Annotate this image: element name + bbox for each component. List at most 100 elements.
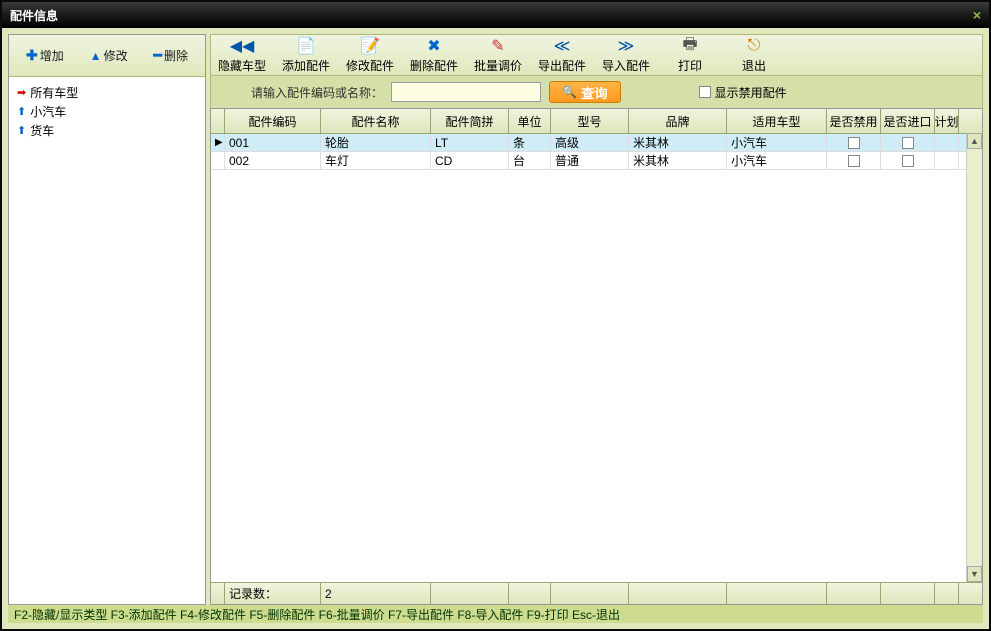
- record-count-value: 2: [321, 583, 431, 604]
- right-panel: ◀◀隐藏车型 📄添加配件 📝修改配件 ✖删除配件 ✎批量调价 ≪导出配件 ≫导入配件 🖶打印 ⎋…: [210, 34, 983, 605]
- tree-item-label: 货车: [30, 122, 54, 139]
- grid-body: ▶001轮胎LT条高级米其林小汽车002车灯CD台普通米其林小汽车: [211, 134, 982, 582]
- batch-adjust-icon: ✎: [488, 36, 508, 56]
- checkbox-cell[interactable]: [881, 152, 935, 169]
- col-car[interactable]: 适用车型: [727, 109, 827, 133]
- arrow-up-blue-icon: ⬆: [17, 124, 26, 137]
- window-title: 配件信息: [10, 7, 58, 24]
- edit-part-button[interactable]: 📝修改配件: [345, 36, 395, 74]
- checkbox-cell[interactable]: [827, 134, 881, 151]
- cell: 001: [225, 134, 321, 151]
- toolbar-label: 修改配件: [346, 57, 394, 74]
- left-panel: ✚ 增加 ▲ 修改 ━ 删除 ➡所有车型 ⬆ 小汽车 ⬆ 货车: [8, 34, 206, 605]
- cell: 高级: [551, 134, 629, 151]
- edit-part-icon: 📝: [360, 36, 380, 56]
- import-part-icon: ≫: [616, 36, 636, 56]
- show-disabled-checkbox[interactable]: 显示禁用配件: [699, 84, 787, 101]
- status-bar: F2-隐藏/显示类型 F3-添加配件 F4-修改配件 F5-删除配件 F6-批量…: [8, 605, 983, 623]
- col-unit[interactable]: 单位: [509, 109, 551, 133]
- left-toolbar: ✚ 增加 ▲ 修改 ━ 删除: [9, 35, 205, 77]
- add-part-icon: 📄: [296, 36, 316, 56]
- checkbox-cell[interactable]: [827, 152, 881, 169]
- main-window: 配件信息 × ✚ 增加 ▲ 修改 ━ 删除: [0, 0, 991, 631]
- add-part-button[interactable]: 📄添加配件: [281, 36, 331, 74]
- search-bar: 请输入配件编码或名称： 🔍 查询 显示禁用配件: [210, 76, 983, 108]
- col-disable[interactable]: 是否禁用: [827, 109, 881, 133]
- tree-item-2[interactable]: ⬆ 货车: [17, 121, 197, 140]
- checkbox-icon: [848, 155, 860, 167]
- col-code[interactable]: 配件编码: [225, 109, 321, 133]
- exit-icon: ⎋: [744, 36, 764, 56]
- table-row[interactable]: 002车灯CD台普通米其林小汽车: [211, 152, 982, 170]
- query-button[interactable]: 🔍 查询: [549, 81, 621, 103]
- row-indicator: ▶: [211, 134, 225, 151]
- cell: 小汽车: [727, 134, 827, 151]
- toolbar-label: 导出配件: [538, 57, 586, 74]
- import-part-button[interactable]: ≫导入配件: [601, 36, 651, 74]
- arrow-up-blue-icon: ⬆: [17, 105, 26, 118]
- print-button[interactable]: 🖶打印: [665, 36, 715, 74]
- toolbar-label: 退出: [742, 57, 766, 74]
- search-icon: 🔍: [562, 85, 577, 99]
- search-input[interactable]: [391, 82, 541, 102]
- toolbar-label: 导入配件: [602, 57, 650, 74]
- toolbar-label: 隐藏车型: [218, 57, 266, 74]
- vertical-scrollbar[interactable]: ▲ ▼: [966, 133, 982, 582]
- grid-footer: 记录数： 2: [211, 582, 982, 604]
- batch-adjust-button[interactable]: ✎批量调价: [473, 36, 523, 74]
- hide-type-button[interactable]: ◀◀隐藏车型: [217, 36, 267, 74]
- export-part-button[interactable]: ≪导出配件: [537, 36, 587, 74]
- close-icon[interactable]: ×: [973, 7, 981, 23]
- col-model[interactable]: 型号: [551, 109, 629, 133]
- col-extra[interactable]: 计划: [935, 109, 959, 133]
- checkbox-icon: [848, 137, 860, 149]
- cell: 002: [225, 152, 321, 169]
- scroll-down-icon[interactable]: ▼: [967, 566, 982, 582]
- cell: 小汽车: [727, 152, 827, 169]
- toolbar-label: 删除配件: [410, 57, 458, 74]
- col-import[interactable]: 是否进口: [881, 109, 935, 133]
- toolbar-label: 打印: [678, 57, 702, 74]
- cell: LT: [431, 134, 509, 151]
- delete-category-button[interactable]: ━ 删除: [154, 47, 188, 64]
- col-py[interactable]: 配件简拼: [431, 109, 509, 133]
- cell: 车灯: [321, 152, 431, 169]
- print-icon: 🖶: [680, 36, 700, 56]
- delete-part-icon: ✖: [424, 36, 444, 56]
- exit-button[interactable]: ⎋退出: [729, 36, 779, 74]
- main-toolbar: ◀◀隐藏车型 📄添加配件 📝修改配件 ✖删除配件 ✎批量调价 ≪导出配件 ≫导入配件 🖶打印 ⎋…: [210, 34, 983, 76]
- plus-icon: ✚: [26, 47, 38, 64]
- export-part-icon: ≪: [552, 36, 572, 56]
- col-brand[interactable]: 品牌: [629, 109, 727, 133]
- tree-item-0[interactable]: ➡所有车型: [17, 83, 197, 102]
- triangle-up-icon: ▲: [90, 49, 102, 63]
- table-row[interactable]: ▶001轮胎LT条高级米其林小汽车: [211, 134, 982, 152]
- checkbox-cell[interactable]: [881, 134, 935, 151]
- cell: CD: [431, 152, 509, 169]
- cell: 轮胎: [321, 134, 431, 151]
- row-indicator: [211, 152, 225, 169]
- category-tree: ➡所有车型 ⬆ 小汽车 ⬆ 货车: [9, 77, 205, 604]
- checkbox-icon: [902, 155, 914, 167]
- tree-item-label: 小汽车: [30, 103, 66, 120]
- edit-category-button[interactable]: ▲ 修改: [90, 47, 128, 64]
- toolbar-label: 批量调价: [474, 57, 522, 74]
- title-bar: 配件信息 ×: [2, 2, 989, 28]
- hide-type-icon: ◀◀: [232, 36, 252, 56]
- data-grid: 配件编码 配件名称 配件简拼 单位 型号 品牌 适用车型 是否禁用 是否进口 计…: [210, 108, 983, 605]
- toolbar-label: 添加配件: [282, 57, 330, 74]
- cell: 条: [509, 134, 551, 151]
- add-category-button[interactable]: ✚ 增加: [26, 47, 64, 64]
- search-label: 请输入配件编码或名称：: [251, 84, 383, 101]
- cell: 米其林: [629, 134, 727, 151]
- record-count-label: 记录数：: [225, 583, 321, 604]
- grid-header: 配件编码 配件名称 配件简拼 单位 型号 品牌 适用车型 是否禁用 是否进口 计…: [211, 109, 982, 134]
- tree-item-1[interactable]: ⬆ 小汽车: [17, 102, 197, 121]
- delete-part-button[interactable]: ✖删除配件: [409, 36, 459, 74]
- arrow-right-red-icon: ➡: [17, 86, 26, 99]
- minus-icon: ━: [154, 47, 162, 64]
- cell: 台: [509, 152, 551, 169]
- checkbox-icon: [699, 86, 711, 98]
- col-name[interactable]: 配件名称: [321, 109, 431, 133]
- scroll-up-icon[interactable]: ▲: [967, 133, 982, 149]
